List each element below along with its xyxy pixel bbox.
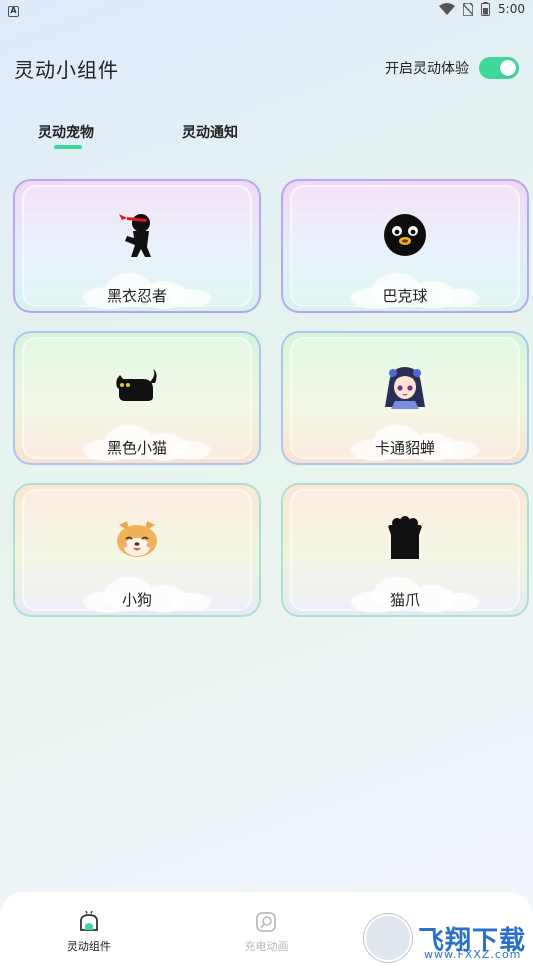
toggle-label: 开启灵动体验 [385, 61, 469, 77]
pet-card-cat-paw[interactable]: 猫爪 [281, 483, 529, 617]
pet-card-ninja[interactable]: 黑衣忍者 [13, 179, 261, 313]
pet-card-label: 巴克球 [382, 287, 428, 305]
pet-card-label: 小狗 [121, 591, 152, 609]
widget-icon [77, 910, 101, 934]
cat-paw-icon [381, 515, 429, 563]
clock: 5:00 [498, 2, 525, 16]
pet-card-label: 猫爪 [389, 591, 420, 609]
app-notification-icon: A [8, 5, 19, 17]
bucky-ball-icon [381, 211, 429, 259]
pet-card-label: 黑色小猫 [106, 439, 167, 457]
pet-widget-grid: 黑衣忍者 巴克球 黑色小猫 卡通貂蝉 小狗 猫爪 [13, 179, 529, 617]
nav-charging-animation[interactable]: 充电动画 [206, 910, 326, 954]
nav-label: 灵动组件 [66, 940, 111, 953]
battery-icon [481, 2, 491, 16]
header: 灵动小组件 开启灵动体验 [0, 52, 533, 84]
wifi-icon [439, 3, 456, 15]
pet-card-cartoon-diaochan[interactable]: 卡通貂蝉 [281, 331, 529, 465]
status-bar: A 5:00 [0, 0, 533, 18]
pet-card-bucky-ball[interactable]: 巴克球 [281, 179, 529, 313]
pet-card-label: 卡通貂蝉 [374, 439, 435, 457]
tab-dynamic-notifications[interactable]: 灵动通知 [182, 122, 238, 142]
pet-card-black-cat[interactable]: 黑色小猫 [13, 331, 261, 465]
black-cat-icon [113, 363, 161, 411]
dynamic-experience-setting: 开启灵动体验 [385, 57, 519, 79]
nav-label: 充电动画 [244, 940, 289, 953]
category-tabs: 灵动宠物 灵动通知 [38, 122, 238, 149]
watermark-url: www.FXXZ.com [424, 948, 522, 961]
pet-card-label: 黑衣忍者 [106, 287, 167, 305]
dynamic-experience-toggle[interactable] [479, 57, 519, 79]
tab-dynamic-pets[interactable]: 灵动宠物 [38, 122, 94, 149]
watermark-emblem-icon [364, 914, 412, 962]
dog-icon [113, 515, 161, 563]
watermark-logo: 飞翔下载 www.FXXZ.com [364, 908, 533, 968]
cartoon-diaochan-icon [381, 363, 429, 411]
nav-dynamic-widgets[interactable]: 灵动组件 [29, 910, 149, 954]
ninja-icon [113, 211, 161, 259]
charging-icon [254, 910, 278, 934]
toggle-knob [500, 60, 516, 76]
page-title: 灵动小组件 [14, 57, 119, 82]
no-sim-icon [463, 2, 474, 16]
pet-card-dog[interactable]: 小狗 [13, 483, 261, 617]
